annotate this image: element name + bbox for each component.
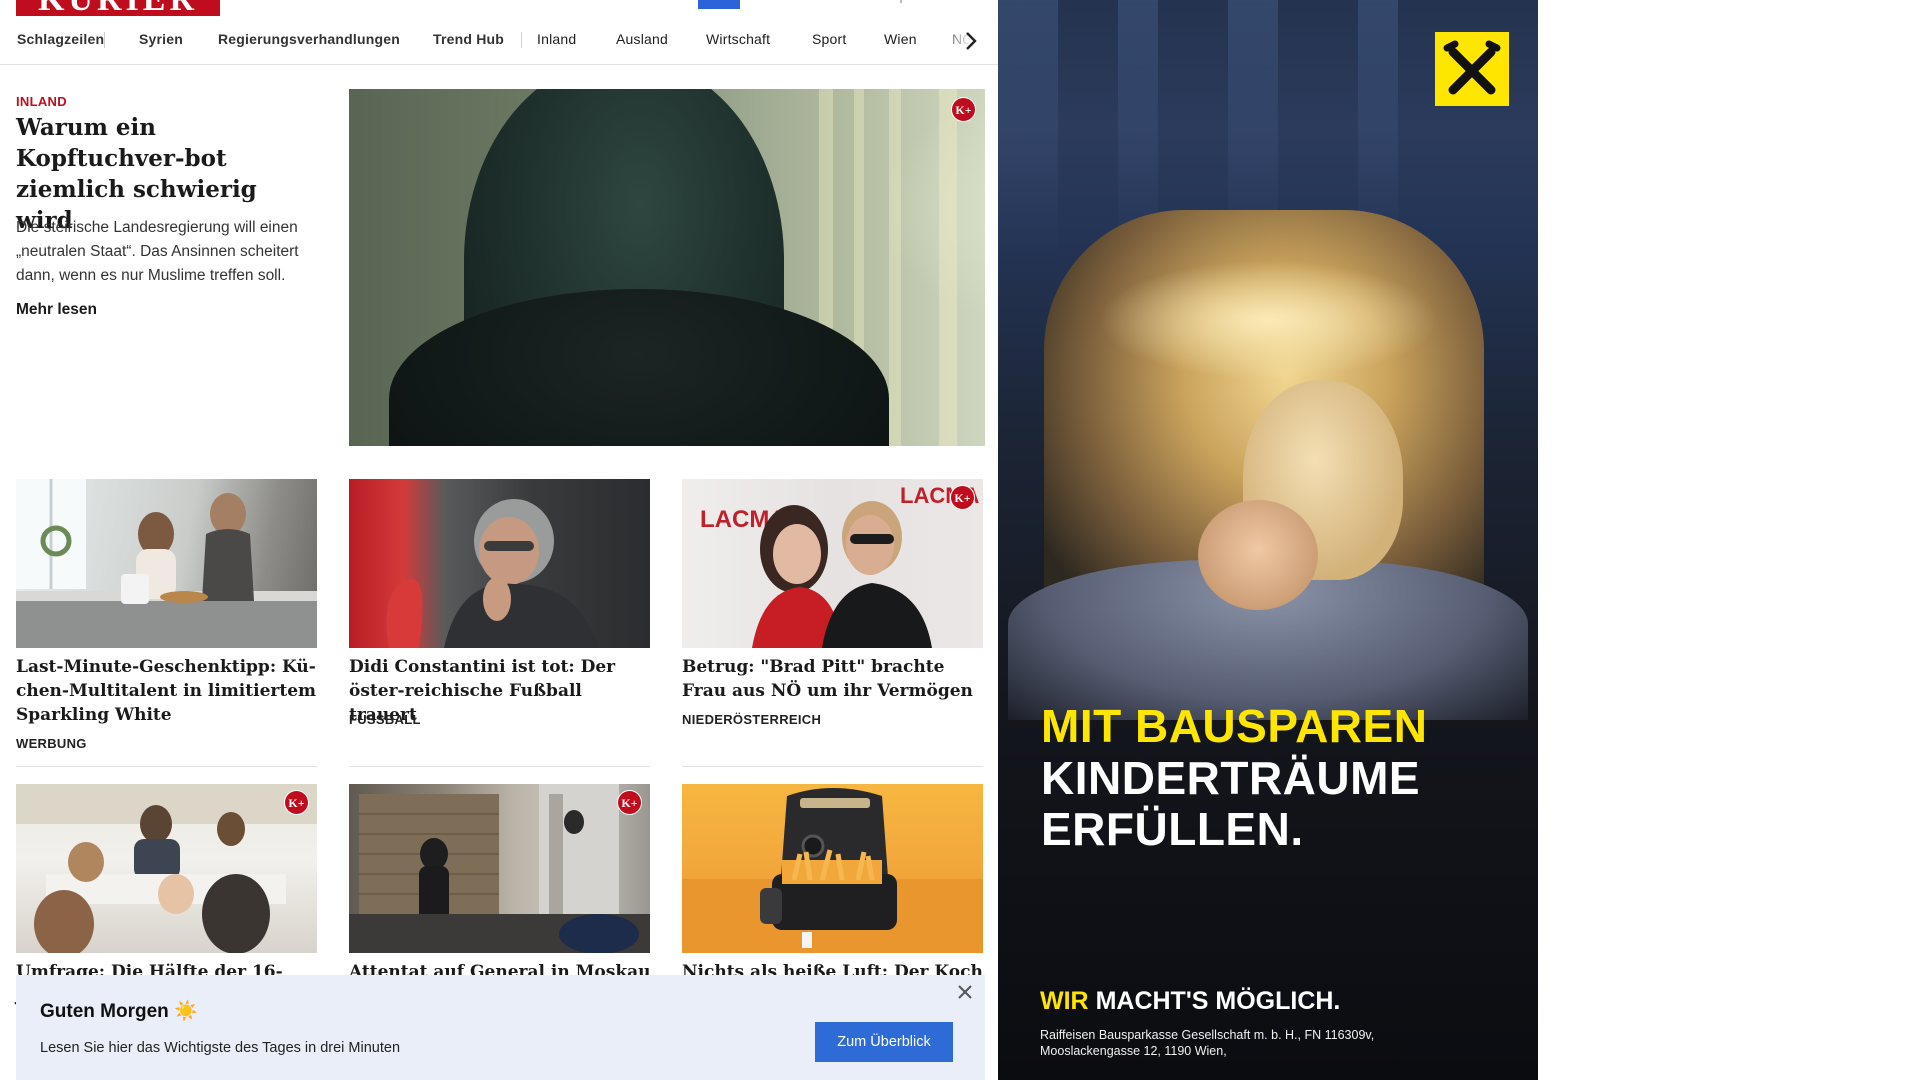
ad-headline-yellow: MIT BAUSPAREN xyxy=(1041,700,1428,752)
card-image-constantini[interactable] xyxy=(349,479,650,648)
air-fryer-illustration xyxy=(682,788,983,953)
card-category[interactable]: NIEDERÖSTERREICH xyxy=(682,712,821,727)
ad-headline-white-2: ERFÜLLEN. xyxy=(1041,803,1304,855)
card-divider xyxy=(682,766,983,767)
notification-text: Lesen Sie hier das Wichtigste des Tages … xyxy=(40,1040,401,1056)
nav-item-wien[interactable]: Wien xyxy=(884,31,917,47)
red-carpet-illustration: LACMA LACMA xyxy=(700,483,980,648)
nav-item-sport[interactable]: Sport xyxy=(812,31,846,47)
ad-claim-white: MACHT'S MÖGLICH. xyxy=(1095,987,1341,1015)
card-image-moscow[interactable]: K+ xyxy=(349,784,650,953)
kplus-badge-icon: K+ xyxy=(284,790,309,815)
sun-icon: ☀️ xyxy=(174,1001,198,1022)
nav-item-trend-hub[interactable]: Trend Hub xyxy=(433,31,504,47)
nav-item-schlagzeilen[interactable]: Schlagzeilen xyxy=(17,31,104,47)
classroom-illustration xyxy=(16,784,317,953)
card-divider xyxy=(16,766,317,767)
nav-item-syrien[interactable]: Syrien xyxy=(139,31,183,47)
overview-button[interactable]: Zum Überblick xyxy=(815,1022,953,1062)
hero-kicker[interactable]: INLAND xyxy=(16,94,67,109)
notification-title-text: Guten Morgen xyxy=(40,1001,169,1022)
card-category[interactable]: FUSSBALL xyxy=(349,712,421,727)
header-divider xyxy=(900,0,902,3)
nav-item-inland[interactable]: Inland xyxy=(537,31,576,47)
ad-claim-yellow: WIR xyxy=(1040,987,1089,1015)
read-more-link[interactable]: Mehr lesen xyxy=(16,301,97,319)
investigation-scene-illustration xyxy=(349,784,650,953)
close-icon[interactable] xyxy=(956,983,974,1001)
nav-item-ausland[interactable]: Ausland xyxy=(616,31,668,47)
main-navigation: Schlagzeilen Syrien Regierungsverhandlun… xyxy=(0,27,998,65)
notification-title: Guten Morgen ☀️ xyxy=(40,999,198,1023)
card-category[interactable]: WERBUNG xyxy=(16,736,87,751)
kurier-logo[interactable]: KURIER xyxy=(16,0,220,16)
kplus-badge-icon: K+ xyxy=(951,97,976,122)
card-divider xyxy=(349,766,650,767)
hero-lead: Die steirische Landesregierung will eine… xyxy=(16,219,299,284)
card-image-brad-pitt[interactable]: LACMA LACMA K+ xyxy=(682,479,983,648)
fairy-lights xyxy=(1098,260,1438,380)
card-image-classroom[interactable]: K+ xyxy=(16,784,317,953)
chevron-right-icon[interactable] xyxy=(962,29,980,53)
nav-item-regierungsverhandlungen[interactable]: Regierungsverhandlungen xyxy=(218,31,400,47)
kplus-badge-icon: K+ xyxy=(617,790,642,815)
raiffeisen-logo-icon xyxy=(1435,32,1509,106)
card-title[interactable]: Betrug: "Brad Pitt" brachte Frau aus NÖ … xyxy=(682,655,986,703)
morning-briefing-banner: Guten Morgen ☀️ Lesen Sie hier das Wicht… xyxy=(16,975,985,1080)
ad-headline-white-1: KINDERTRÄUME xyxy=(1041,752,1421,804)
ad-legal-text: Raiffeisen Bausparkasse Gesellschaft m. … xyxy=(1040,1028,1375,1058)
nav-item-wirtschaft[interactable]: Wirtschaft xyxy=(706,31,770,47)
card-image-kitchen[interactable] xyxy=(16,479,317,648)
raiffeisen-advertisement[interactable]: MIT BAUSPAREN KINDERTRÄUME ERFÜLLEN. WIR… xyxy=(998,0,1538,1080)
kplus-badge-icon: K+ xyxy=(950,485,975,510)
kitchen-scene-illustration xyxy=(16,479,317,648)
kurier-site: KURIER Schlagzeilen Syrien Regierungsver… xyxy=(0,0,998,1080)
hero-image[interactable]: K+ xyxy=(349,89,985,446)
ad-claim: WIR MACHT'S MÖGLICH. xyxy=(1040,987,1340,1016)
child-illustration xyxy=(1198,500,1318,610)
card-title[interactable]: Last-Minute-Geschenktipp: Kü-chen-Multit… xyxy=(16,655,318,727)
nav-separator xyxy=(521,32,522,48)
portrait-illustration xyxy=(386,499,599,648)
header-blue-element[interactable] xyxy=(698,0,740,9)
nav-separator xyxy=(104,32,105,48)
card-image-airfryer[interactable] xyxy=(682,784,983,953)
